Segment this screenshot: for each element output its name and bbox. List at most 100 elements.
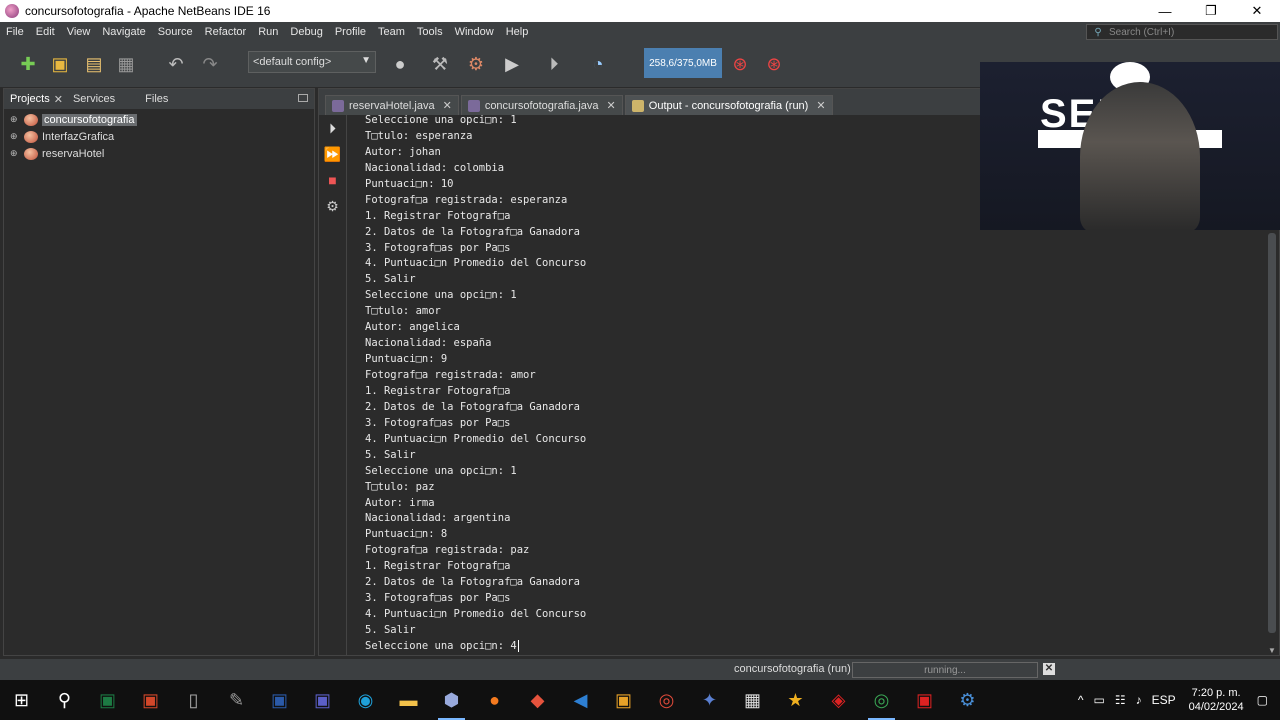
menu-tools[interactable]: Tools (411, 26, 449, 38)
menu-debug[interactable]: Debug (284, 26, 328, 38)
console-line: Seleccione una opci□n: 1 (365, 289, 517, 302)
console-line: 5. Salir (365, 273, 416, 286)
notifications-icon[interactable]: ▢ (1252, 693, 1280, 707)
excel-icon[interactable]: ▣ (86, 680, 129, 720)
minimize-panel-icon[interactable] (298, 94, 308, 102)
project-item-interfazgrafica[interactable]: ⊕ InterfazGrafica (4, 128, 314, 145)
menu-source[interactable]: Source (152, 26, 199, 38)
word-icon[interactable]: ▣ (258, 680, 301, 720)
language-indicator[interactable]: ESP (1147, 693, 1181, 707)
profile-icon[interactable]: ◔ (586, 52, 610, 76)
close-tab-icon[interactable]: ✕ (607, 99, 616, 112)
search-input[interactable]: ⚲ Search (Ctrl+I) (1086, 24, 1278, 40)
firefox-icon[interactable]: ● (473, 680, 516, 720)
open-project-icon[interactable]: ▤ (82, 52, 106, 76)
gc-2-icon[interactable]: ⊛ (762, 52, 786, 76)
battery-icon[interactable]: ▭ (1088, 693, 1109, 707)
menu-view[interactable]: View (61, 26, 97, 38)
chrome-2-icon[interactable]: ◎ (860, 680, 903, 720)
undo-icon[interactable]: ↶ (164, 52, 188, 76)
tab-label: Output - concursofotografia (run) (648, 99, 809, 112)
vscode-icon[interactable]: ◀ (559, 680, 602, 720)
scroll-down-icon[interactable]: ▼ (1268, 646, 1276, 655)
gc-icon[interactable]: ⊛ (728, 52, 752, 76)
teams-icon[interactable]: ▣ (301, 680, 344, 720)
config-select[interactable]: <default config> ▼ (248, 51, 376, 73)
search-icon[interactable]: ⚲ (43, 680, 86, 720)
tab-projects[interactable]: Projects (4, 93, 56, 105)
menu-refactor[interactable]: Refactor (199, 26, 253, 38)
chrome-icon[interactable]: ◎ (645, 680, 688, 720)
scrollbar-thumb[interactable] (1268, 233, 1276, 633)
tab-reservahotel-java[interactable]: reservaHotel.java ✕ (325, 95, 459, 115)
tab-files[interactable]: Files (139, 93, 174, 105)
window-title: concursofotografia - Apache NetBeans IDE… (25, 4, 271, 18)
build-icon[interactable]: ⚒ (428, 52, 452, 76)
git-icon[interactable]: ◆ (516, 680, 559, 720)
console-line: Puntuaci□n: 9 (365, 353, 448, 366)
chevron-up-icon[interactable]: ^ (1073, 693, 1089, 707)
redo-icon[interactable]: ↷ (198, 52, 222, 76)
restore-button[interactable]: ❐ (1188, 3, 1234, 19)
folder-icon[interactable]: ▬ (387, 680, 430, 720)
project-item-concursofotografia[interactable]: ⊕ concursofotografia (4, 111, 314, 128)
globe-icon[interactable]: ● (388, 52, 412, 76)
project-item-reservahotel[interactable]: ⊕ reservaHotel (4, 145, 314, 162)
close-button[interactable]: ✕ (1234, 3, 1280, 19)
status-task[interactable]: concursofotografia (run) (734, 663, 851, 675)
console-line: 2. Datos de la Fotograf□a Ganadora (365, 400, 580, 413)
network-icon[interactable]: ☷ (1110, 693, 1131, 707)
project-icon (24, 113, 38, 126)
menu-team[interactable]: Team (372, 26, 411, 38)
menu-run[interactable]: Run (252, 26, 284, 38)
menu-profile[interactable]: Profile (329, 26, 372, 38)
expand-icon[interactable]: ⊕ (10, 114, 20, 125)
expand-icon[interactable]: ⊕ (10, 148, 20, 159)
rerun-icon[interactable]: ⏵ (319, 115, 346, 141)
new-file-icon[interactable]: ✚ (16, 52, 40, 76)
menu-help[interactable]: Help (500, 26, 535, 38)
cancel-task-icon[interactable]: ✕ (1043, 663, 1055, 675)
memory-indicator[interactable]: 258,6/375,0MB (644, 48, 722, 78)
calendar-icon[interactable]: ▦ (731, 680, 774, 720)
tab-label: reservaHotel.java (349, 99, 435, 112)
start-icon[interactable]: ⊞ (0, 680, 43, 720)
tab-services[interactable]: Services (67, 93, 121, 105)
stop-icon[interactable]: ■ (319, 167, 346, 193)
star-icon[interactable]: ★ (774, 680, 817, 720)
save-all-icon[interactable]: ▦ (114, 52, 138, 76)
edge-icon[interactable]: ◉ (344, 680, 387, 720)
settings-icon[interactable]: ⚙ (319, 193, 346, 219)
expand-icon[interactable]: ⊕ (10, 131, 20, 142)
clock[interactable]: 7:20 p. m. 04/02/2024 (1181, 686, 1252, 714)
minimize-button[interactable]: — (1142, 4, 1188, 19)
app-icon[interactable]: ✦ (688, 680, 731, 720)
file-icon[interactable]: ▯ (172, 680, 215, 720)
pen-icon[interactable]: ✎ (215, 680, 258, 720)
debug-icon[interactable]: ⏵ (542, 52, 566, 76)
close-tab-icon[interactable]: ✕ (443, 99, 452, 112)
console-line: 3. Fotograf□as por Pa□s (365, 592, 511, 605)
run-icon[interactable]: ▶ (500, 52, 524, 76)
netbeans-taskbar-icon[interactable]: ⬢ (430, 680, 473, 720)
rerun-with-params-icon[interactable]: ⏩ (319, 141, 346, 167)
new-project-icon[interactable]: ▣ (48, 52, 72, 76)
close-tab-icon[interactable]: ✕ (816, 99, 825, 112)
console-line: T□tulo: amor (365, 305, 441, 318)
tab-output[interactable]: Output - concursofotografia (run) ✕ (624, 95, 833, 115)
pdf-icon[interactable]: ▣ (903, 680, 946, 720)
close-tab-icon[interactable]: ✕ (54, 93, 63, 106)
tab-concursofotografia-java[interactable]: concursofotografia.java ✕ (460, 95, 623, 115)
menu-file[interactable]: File (0, 26, 30, 38)
search-placeholder: Search (Ctrl+I) (1109, 26, 1175, 38)
powerpoint-icon[interactable]: ▣ (129, 680, 172, 720)
menu-window[interactable]: Window (449, 26, 500, 38)
sublime-icon[interactable]: ▣ (602, 680, 645, 720)
console-line: 4. Puntuaci□n Promedio del Concurso (365, 432, 587, 445)
menu-navigate[interactable]: Navigate (96, 26, 151, 38)
volume-icon[interactable]: ♪ (1131, 693, 1147, 707)
menu-edit[interactable]: Edit (30, 26, 61, 38)
diamond-icon[interactable]: ◈ (817, 680, 860, 720)
clean-build-icon[interactable]: ⚙ (464, 52, 488, 76)
settings-app-icon[interactable]: ⚙ (946, 680, 989, 720)
